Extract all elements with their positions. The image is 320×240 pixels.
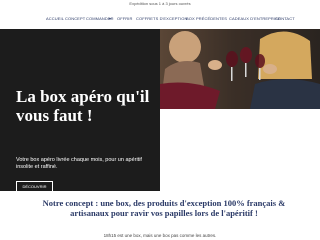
chevron-down-icon: ▾	[109, 16, 112, 21]
friends-toasting-image	[160, 29, 320, 109]
nav-accueil[interactable]: ACCUEIL	[46, 16, 64, 21]
nav-concept[interactable]: CONCEPT	[65, 16, 85, 21]
nav-coffrets[interactable]: COFFRETS D'EXCEPTION	[136, 16, 187, 21]
nav-cadeaux-entreprise[interactable]: CADEAUX D'ENTREPRISE	[229, 16, 281, 21]
nav-box-precedentes[interactable]: BOX PRÉCÉDENTES	[186, 16, 227, 21]
announcement-bar: Expédition sous 1 à 3 jours ouvrés	[0, 0, 320, 8]
announcement-text: Expédition sous 1 à 3 jours ouvrés	[129, 1, 191, 6]
nav-contact[interactable]: CONTACT	[275, 16, 295, 21]
hero-banner: La box apéro qu'il vous faut ! Votre box…	[0, 29, 320, 192]
main-navigation: ACCUEIL CONCEPT COMMANDER ▾ OFFRIR COFFR…	[0, 14, 320, 24]
hero-title: La box apéro qu'il vous faut !	[16, 87, 150, 125]
concept-tagline: 18h15 est une box, mais une box pas comm…	[103, 233, 217, 238]
hero-photo	[160, 29, 320, 109]
hero-subtitle: Votre box apéro livrée chaque mois, pour…	[16, 157, 142, 170]
nav-offrir[interactable]: OFFRIR	[117, 16, 133, 21]
discover-button[interactable]: DÉCOUVRIR	[16, 181, 53, 192]
concept-heading: Notre concept : une box, des produits d'…	[42, 198, 286, 218]
